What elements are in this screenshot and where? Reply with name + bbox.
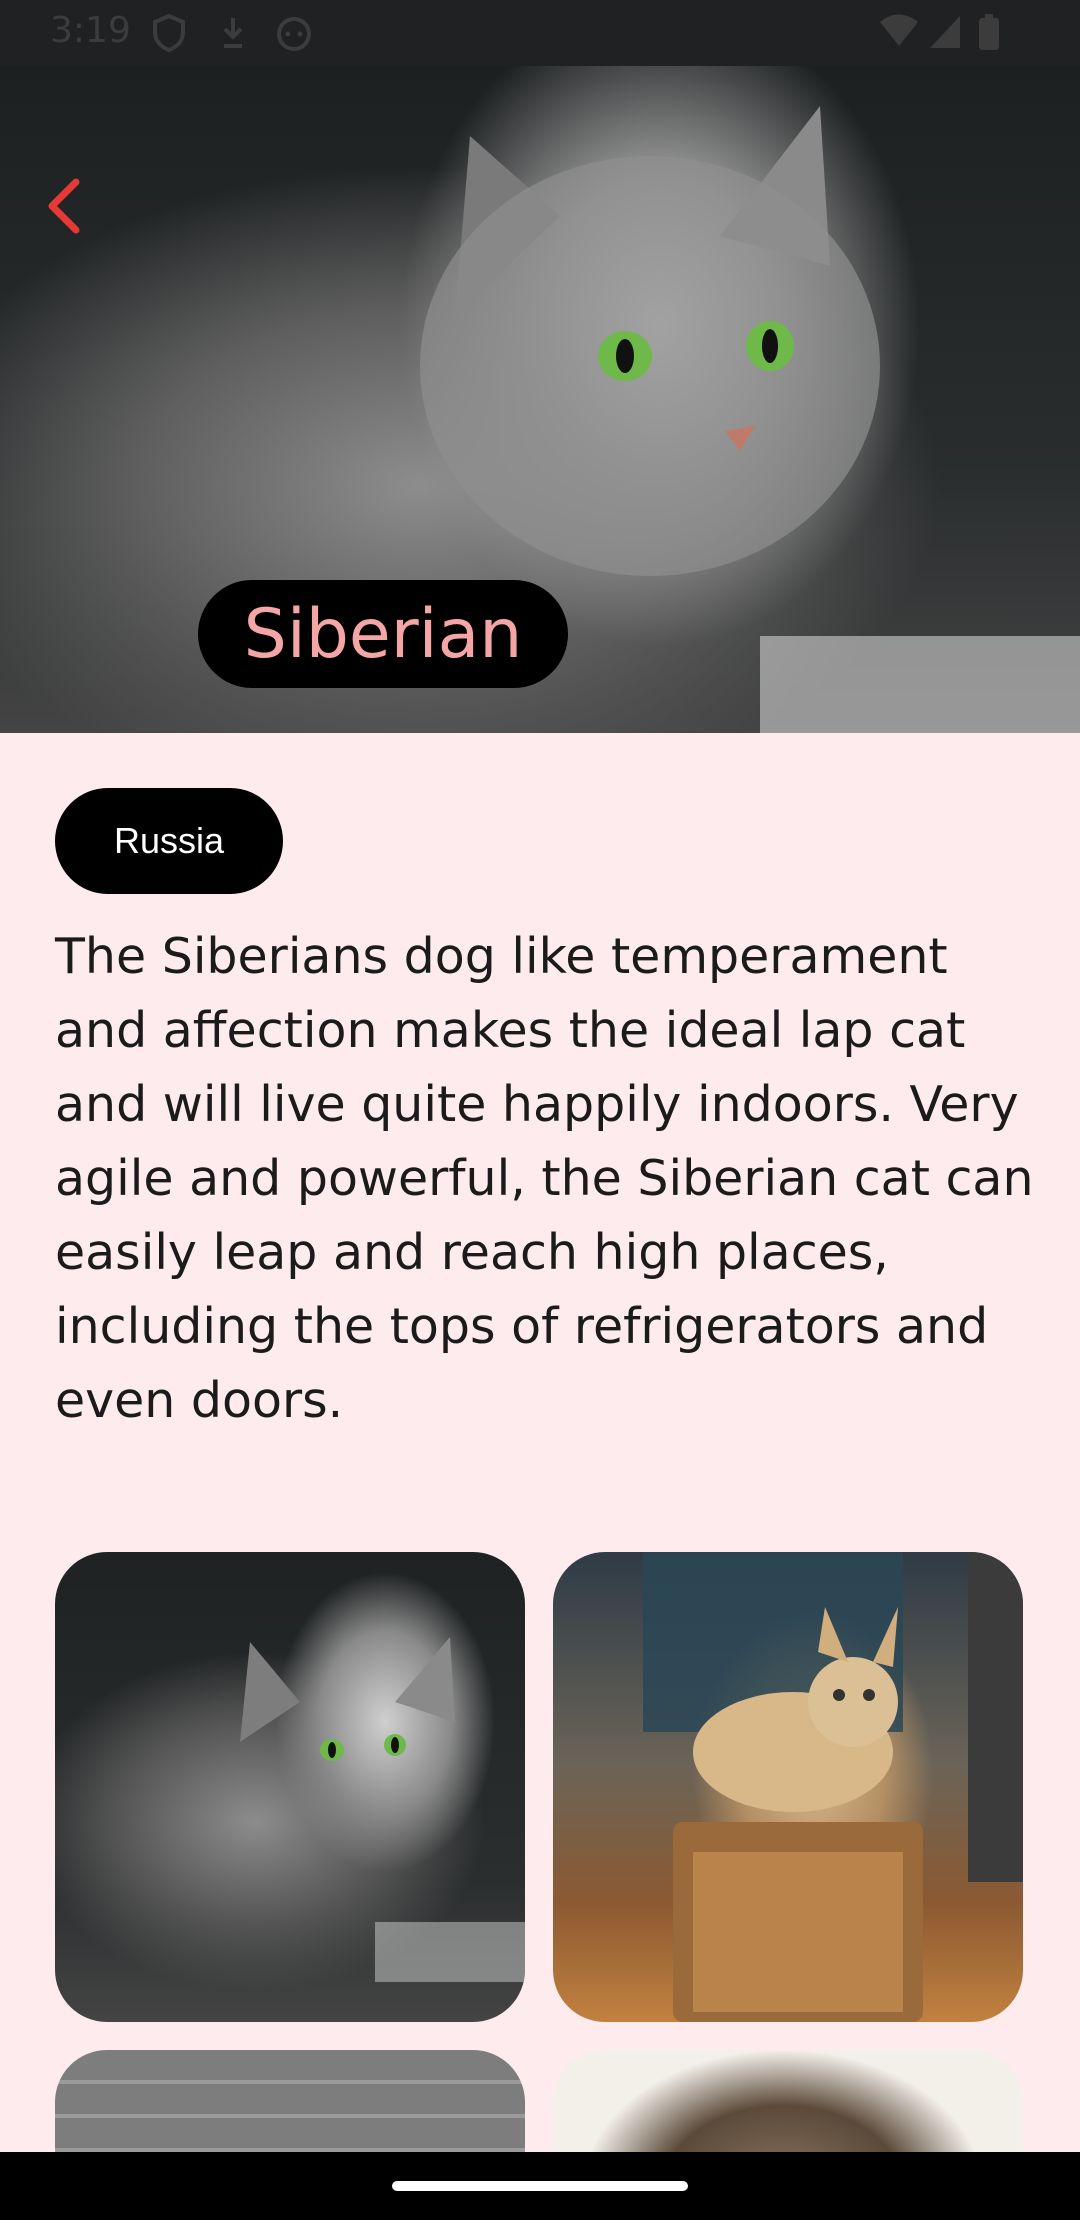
signal-icon: [930, 16, 960, 48]
origin-chip: Russia: [55, 788, 283, 894]
gallery-image[interactable]: [553, 1552, 1023, 2022]
battery-icon: [979, 14, 999, 50]
hero-image: Siberian: [0, 66, 1080, 733]
shield-icon: [153, 14, 185, 52]
status-time: 3:19: [50, 10, 131, 51]
download-icon: [223, 18, 243, 48]
home-indicator[interactable]: [392, 2181, 688, 2191]
navigation-bar: [0, 2152, 1080, 2220]
tan-cat-on-amplifier-photo: [643, 1552, 1023, 2022]
siberian-cat-photo: [240, 1637, 525, 1982]
breed-title: Siberian: [243, 594, 523, 674]
wifi-icon: [880, 14, 918, 46]
back-button[interactable]: [40, 176, 90, 236]
gallery-image[interactable]: [55, 1552, 525, 2022]
cat-face-icon: [277, 17, 311, 51]
chevron-left-icon: [48, 178, 80, 234]
status-bar: 3:19: [0, 0, 1080, 66]
origin-label: Russia: [113, 820, 225, 861]
breed-title-pill: Siberian: [198, 580, 568, 688]
breed-description: The Siberians dog like temperament and a…: [55, 928, 1034, 1429]
